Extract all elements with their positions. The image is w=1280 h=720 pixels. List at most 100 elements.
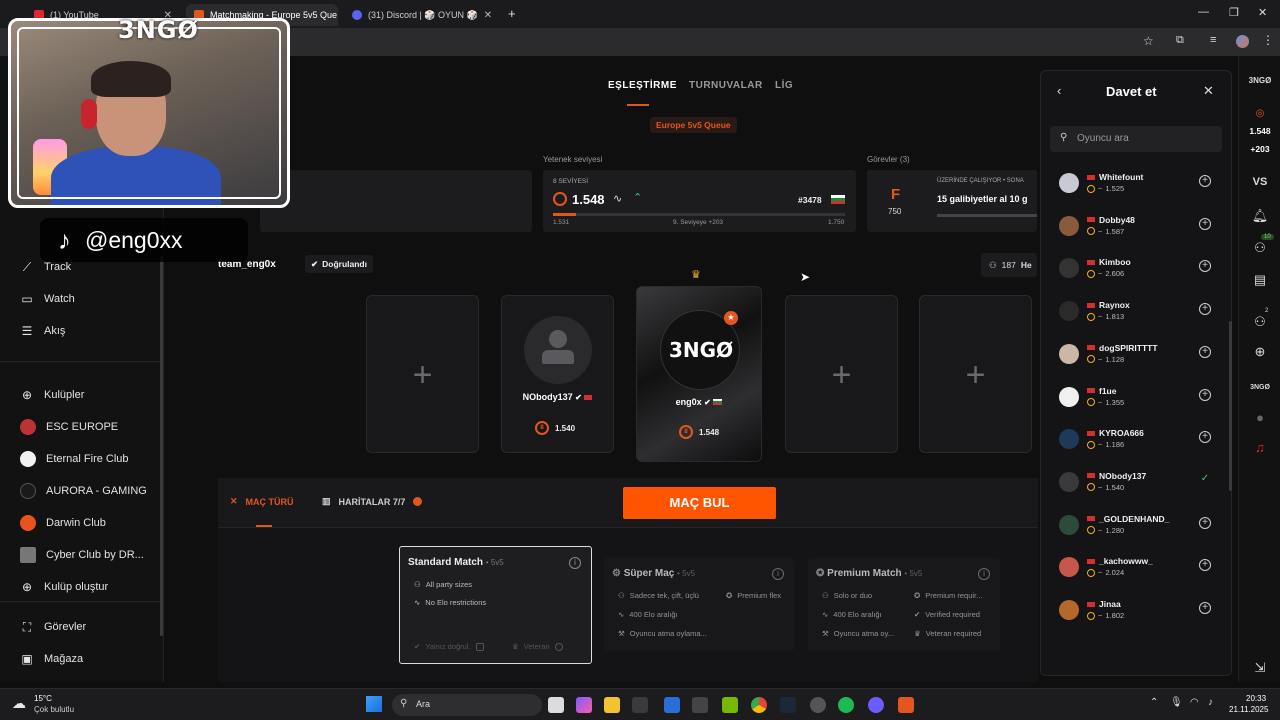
plus-circle-icon[interactable]: ⊕	[1239, 344, 1280, 360]
invite-player-row[interactable]: KYROA666 ~1.186 +	[1059, 425, 1219, 455]
invite-player-row[interactable]: Jinaa ~1.802 +	[1059, 596, 1219, 626]
sidebar-item-watch[interactable]: ▭ Watch	[20, 290, 74, 308]
collapse-icon[interactable]: ⇲	[1239, 660, 1280, 676]
invite-scrollbar[interactable]	[1229, 321, 1232, 491]
tab-tournaments[interactable]: TURNUVALAR	[689, 80, 763, 91]
invite-player-row[interactable]: _GOLDENHAND_ ~1.280 +	[1059, 511, 1219, 541]
tab-league[interactable]: LİG	[775, 80, 793, 91]
sidebar-item-tasks[interactable]: ⛶ Görevler	[20, 618, 86, 636]
add-invite-button[interactable]: +	[1199, 388, 1211, 401]
file-explorer-icon[interactable]	[604, 697, 620, 713]
wifi-icon[interactable]: ◠	[1190, 697, 1199, 708]
headset-icon[interactable]: ♫	[1239, 440, 1280, 455]
extensions-icon[interactable]: ⧉	[1176, 34, 1184, 47]
add-invite-button[interactable]: +	[1199, 175, 1211, 187]
copilot-icon[interactable]	[576, 697, 592, 713]
maximize-button[interactable]: ❐	[1229, 6, 1239, 19]
spotify-icon[interactable]	[838, 697, 854, 713]
search-input[interactable]: ⚲ Oyuncu ara	[1050, 126, 1222, 152]
clock-time[interactable]: 20:33	[1246, 694, 1266, 703]
chat-icon[interactable]: ▤	[1239, 272, 1280, 288]
back-icon[interactable]: ‹	[1057, 83, 1061, 98]
xbox-icon[interactable]	[664, 697, 680, 713]
info-icon[interactable]: i	[772, 568, 784, 580]
tab-maps[interactable]: ▥ HARİTALAR 7/7	[322, 496, 423, 507]
sidebar-item-store[interactable]: ▣ Mağaza	[20, 650, 83, 668]
profile-avatar[interactable]	[1236, 35, 1249, 48]
player-slot-eng0x[interactable]: 3NGØ ★ eng0x ✔ 8 1.548	[636, 286, 762, 462]
sidebar-item-club-cyber[interactable]: Cyber Club by DR...	[20, 546, 144, 564]
mode-card-super[interactable]: ⚙ Süper Maç • 5v5 i ⚇ Sadece tek, çift, ü…	[604, 558, 794, 651]
mode-card-standard[interactable]: Standard Match • 5v5 i ⚇ All party sizes …	[399, 546, 592, 664]
add-invite-button[interactable]: +	[1199, 303, 1211, 316]
clock-date[interactable]: 21.11.2025	[1229, 705, 1268, 714]
sidebar-item-feed[interactable]: ☰ Akış	[20, 322, 66, 340]
add-invite-button[interactable]: +	[1199, 602, 1211, 614]
tab-discord[interactable]: (31) Discord | 🎲 OYUN 🎲 ✕	[344, 4, 498, 26]
sidebar-item-club-eternal-fire[interactable]: Eternal Fire Club	[20, 450, 129, 468]
brand-icon[interactable]: 3NGØ	[1239, 76, 1280, 85]
brand-icon[interactable]: 3NGØ	[1239, 384, 1280, 391]
close-icon[interactable]: ✕	[1203, 83, 1214, 99]
empty-slot[interactable]: +	[919, 295, 1032, 453]
invite-player-row[interactable]: dogSPIRITTTT ~1.128 +	[1059, 340, 1219, 370]
checkbox[interactable]	[554, 642, 563, 651]
close-window-button[interactable]: ✕	[1258, 6, 1267, 19]
faceit-icon[interactable]	[898, 697, 914, 713]
sidebar-item-create-club[interactable]: ⊕ Kulüp oluştur	[20, 578, 108, 596]
members-button[interactable]: ⚇ 187 He	[981, 253, 1037, 277]
steam-icon[interactable]	[780, 697, 796, 713]
weather-icon[interactable]: ☁	[12, 695, 26, 712]
add-invite-button[interactable]: +	[1199, 260, 1211, 273]
user-icon[interactable]: ●	[1239, 410, 1280, 425]
sidebar-item-clubs[interactable]: ⊕ Kulüpler	[20, 386, 84, 404]
find-match-button[interactable]: MAÇ BUL	[623, 487, 776, 519]
player-slot-nobody137[interactable]: NObody137 ✔ 8 1.540	[501, 295, 614, 453]
mic-icon[interactable]: 🎙︎	[1170, 697, 1183, 708]
info-icon[interactable]: i	[978, 568, 990, 580]
app-icon[interactable]	[868, 697, 884, 713]
task-view-icon[interactable]	[548, 697, 564, 713]
invite-player-row[interactable]: _kachowww_ ~2.024 +	[1059, 553, 1219, 583]
invite-player-row[interactable]: Dobby48 ~1.587 +	[1059, 212, 1219, 242]
new-tab-button[interactable]: +	[508, 6, 516, 21]
check-icon[interactable]: ✓	[1199, 473, 1211, 486]
nvidia-icon[interactable]	[722, 697, 738, 713]
add-invite-button[interactable]: +	[1199, 516, 1211, 529]
invite-player-row[interactable]: NObody137 ~1.540 ✓	[1059, 468, 1219, 498]
empty-slot[interactable]: +	[366, 295, 479, 453]
sidebar-item-club-esc[interactable]: ESC EUROPE	[20, 418, 118, 436]
close-icon[interactable]: ✕	[484, 10, 492, 21]
missions-card[interactable]: F 750 ÜZERİNDE ÇALIŞIYOR • SONA 15 galib…	[867, 170, 1037, 232]
menu-icon[interactable]: ⋮	[1262, 33, 1274, 47]
windows-start-icon[interactable]	[366, 696, 382, 712]
sidebar-scrollbar[interactable]	[160, 256, 163, 636]
party-icon[interactable]: ⚇	[1239, 314, 1280, 330]
store-icon[interactable]	[632, 697, 648, 713]
toggle-verified-only[interactable]: ✔ Yalnız doğrul.	[414, 642, 484, 651]
add-invite-button[interactable]: +	[1199, 559, 1211, 572]
empty-slot[interactable]: +	[785, 295, 898, 453]
info-icon[interactable]: i	[569, 557, 581, 569]
add-invite-button[interactable]: +	[1199, 217, 1211, 230]
checkbox[interactable]	[475, 642, 484, 651]
invite-player-row[interactable]: Raynox ~1.813 +	[1059, 297, 1219, 327]
minimize-button[interactable]: —	[1198, 6, 1209, 18]
add-invite-button[interactable]: +	[1199, 431, 1211, 444]
mode-card-premium[interactable]: ✪ Premium Match • 5v5 i ⚇ Solo or duo ∿ 40…	[808, 558, 1000, 651]
chrome-icon[interactable]	[751, 697, 767, 713]
media-icon[interactable]: ≡	[1210, 34, 1216, 46]
invite-player-row[interactable]: Kimboo ~2.606 +	[1059, 254, 1219, 284]
tab-match-type[interactable]: ✕ MAÇ TÜRÜ	[230, 496, 294, 507]
chevron-up-icon[interactable]: ⌃	[1150, 697, 1158, 708]
invite-player-row[interactable]: f1ue ~1.355 +	[1059, 383, 1219, 413]
friends-icon[interactable]: ⚇	[1239, 240, 1280, 256]
bell-icon[interactable]: 🔔︎	[1239, 208, 1280, 224]
toggle-veteran[interactable]: ♛ Veteran	[512, 642, 563, 651]
app-icon[interactable]	[692, 697, 708, 713]
app-icon[interactable]	[810, 697, 826, 713]
sidebar-item-club-aurora[interactable]: AURORA - GAMING	[20, 482, 147, 500]
vs-button[interactable]: VS	[1239, 176, 1280, 188]
invite-player-row[interactable]: Whitefount ~1.525 +	[1059, 169, 1219, 199]
sidebar-item-club-darwin[interactable]: Darwin Club	[20, 514, 106, 532]
